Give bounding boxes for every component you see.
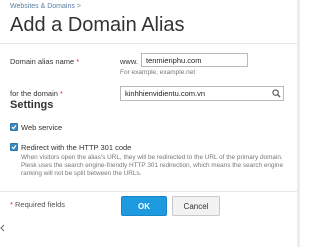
redirect-301-checkbox[interactable] [10, 143, 18, 151]
for-domain-required-mark: * [60, 89, 63, 98]
alias-name-input[interactable]: tenmienphu.com [141, 53, 248, 67]
alias-name-label: Domain alias name * [10, 57, 79, 66]
for-domain-search-button[interactable] [270, 88, 283, 99]
add-domain-alias-page: Websites & Domains > Add a Domain Alias … [0, 0, 300, 247]
redirect-301-description: When visitors open the alias's URL, they… [21, 154, 284, 178]
magnifier-icon [272, 89, 281, 98]
for-domain-select[interactable]: kinhhienvidientu.com.vn [120, 86, 284, 101]
for-domain-label: for the domain * [10, 89, 63, 98]
for-domain-label-text: for the domain [10, 89, 58, 98]
www-prefix: www. [120, 57, 138, 66]
breadcrumb: Websites & Domains > [10, 3, 81, 10]
alias-name-help: For example, example.net [120, 69, 196, 76]
ok-button[interactable]: OK [121, 196, 167, 216]
alias-name-label-text: Domain alias name [10, 57, 75, 66]
breadcrumb-separator: > [76, 3, 81, 10]
breadcrumb-websites-domains-link[interactable]: Websites & Domains [10, 3, 75, 10]
for-domain-select-value: kinhhienvidientu.com.vn [125, 89, 206, 98]
settings-heading: Settings [10, 99, 54, 111]
right-scroll-edge [297, 0, 300, 247]
alias-name-input-value: tenmienphu.com [146, 55, 202, 65]
checkmark-icon [11, 145, 17, 150]
chevron-left-icon [0, 224, 5, 232]
panel-collapse-handle[interactable] [0, 221, 6, 235]
title-divider [0, 43, 300, 44]
page-title: Add a Domain Alias [10, 14, 185, 36]
footer-divider [0, 191, 300, 192]
redirect-301-label[interactable]: Redirect with the HTTP 301 code [21, 143, 131, 152]
required-fields-text: Required fields [15, 200, 66, 209]
checkmark-icon [11, 125, 17, 130]
required-fields-note: * Required fields [10, 200, 65, 209]
web-service-label[interactable]: Web service [21, 123, 62, 132]
required-fields-mark: * [10, 200, 13, 209]
cancel-button[interactable]: Cancel [172, 196, 220, 216]
web-service-checkbox[interactable] [10, 123, 18, 131]
alias-name-required-mark: * [76, 57, 80, 66]
